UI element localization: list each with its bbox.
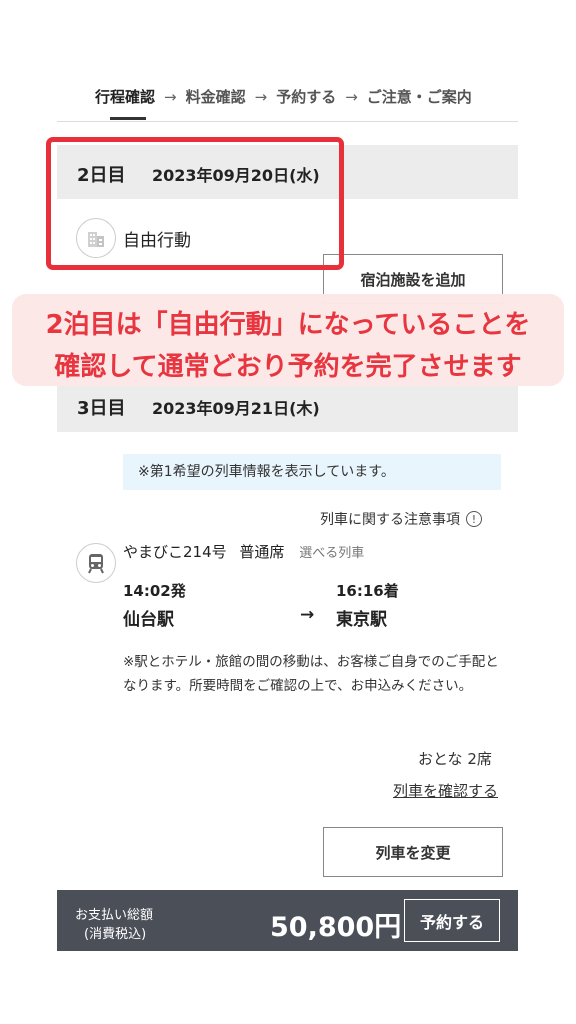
step-navigation: 行程確認 → 料金確認 → 予約する → ご注意・ご案内 — [95, 86, 472, 107]
tax-label: (消費税込) — [84, 927, 147, 942]
train-info-notice: ※第1希望の列車情報を表示しています。 — [123, 454, 501, 490]
confirm-train-link[interactable]: 列車を確認する — [393, 780, 498, 801]
route-arrow: → — [300, 605, 315, 625]
train-icon — [76, 543, 116, 583]
info-icon: ! — [466, 511, 482, 527]
annotation-line2: 確認して通常どおり予約を完了させます — [54, 352, 522, 382]
step-arrow: → — [345, 87, 358, 106]
day3-label: 3日目 — [77, 398, 126, 419]
step-price-confirm: 料金確認 — [185, 88, 246, 106]
active-step-indicator — [110, 117, 146, 120]
annotation-banner: 2泊目は「自由行動」になっていることを 確認して通常どおり予約を完了させます — [12, 294, 564, 386]
train-caution-link[interactable]: 列車に関する注意事項 ! — [320, 509, 482, 529]
from-station: 仙台駅 — [123, 610, 174, 630]
passenger-count: おとな 2席 — [418, 750, 492, 768]
step-divider — [57, 121, 518, 122]
step-arrow: → — [164, 87, 177, 106]
step-reserve: 予約する — [276, 88, 337, 106]
train-name: やまびこ214号 — [123, 543, 227, 561]
total-amount: 50,800円 — [270, 912, 402, 943]
total-label: お支払い総額 — [75, 908, 154, 923]
seat-class: 普通席 — [239, 543, 285, 561]
annotation-line1: 2泊目は「自由行動」になっていることを — [45, 310, 531, 340]
reserve-button[interactable]: 予約する — [404, 899, 500, 942]
transfer-note: ※駅とホテル・旅館の間の移動は、お客様ご自身でのご手配となります。所要時間をご確… — [123, 654, 499, 694]
day3-date: 2023年09月21日(木) — [152, 399, 320, 418]
step-notes-guide: ご注意・ご案内 — [366, 88, 472, 106]
change-train-button[interactable]: 列車を変更 — [323, 827, 503, 877]
to-station: 東京駅 — [336, 610, 387, 630]
train-name-row: やまびこ214号 普通席 選べる列車 — [123, 541, 364, 562]
step-arrow: → — [254, 87, 268, 106]
depart-time: 14:02発 — [123, 582, 186, 600]
step-itinerary-confirm: 行程確認 — [95, 88, 156, 106]
selectable-train-label: 選べる列車 — [299, 546, 365, 561]
payment-footer: お支払い総額 (消費税込) 50,800円 予約する — [57, 890, 518, 951]
highlight-box — [46, 137, 344, 270]
arrive-time: 16:16着 — [336, 582, 399, 600]
train-caution-label: 列車に関する注意事項 — [320, 512, 460, 528]
day3-header: 3日目 2023年09月21日(木) — [57, 378, 518, 432]
